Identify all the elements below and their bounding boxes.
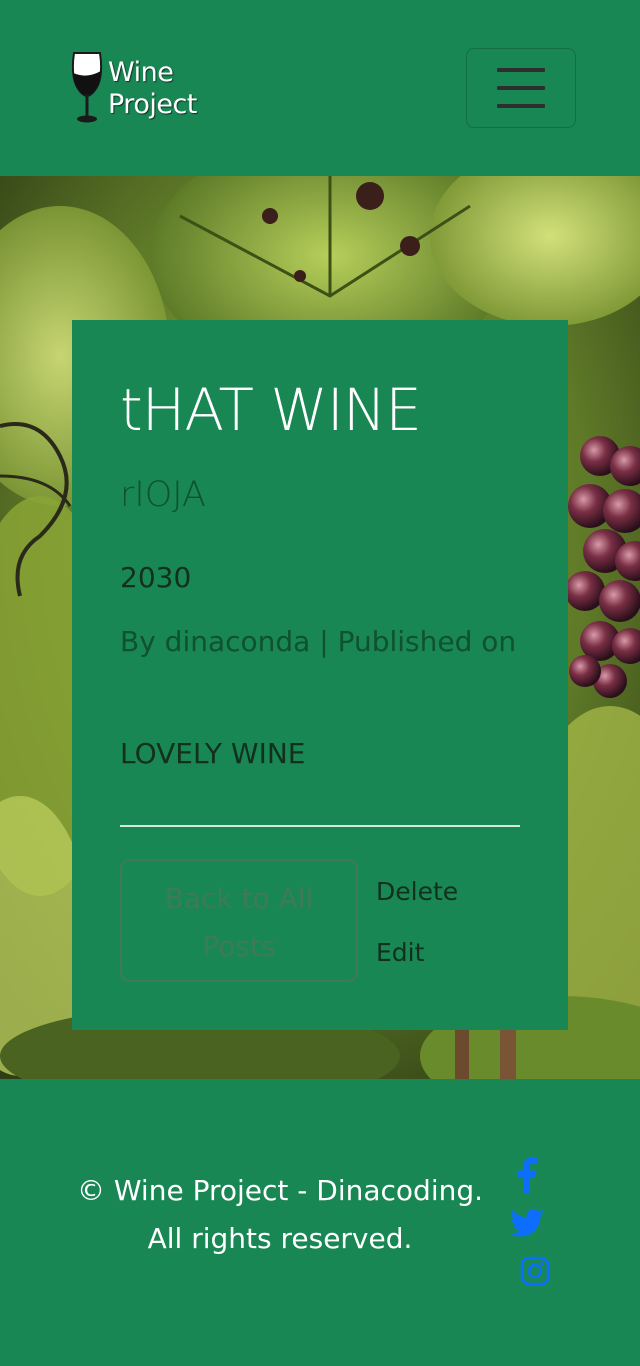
site-logo[interactable]: Wine Project <box>70 48 210 130</box>
divider <box>120 825 520 827</box>
post-title: tHAT WINE <box>120 376 422 444</box>
post-region: rIOJA <box>120 475 206 515</box>
twitter-link[interactable] <box>507 1203 547 1243</box>
menu-toggle-button[interactable] <box>466 48 576 128</box>
hamburger-icon-bar <box>497 104 545 108</box>
instagram-link[interactable] <box>515 1251 555 1291</box>
post-year: 2030 <box>120 561 192 594</box>
logo-text: Wine Project <box>108 57 197 121</box>
wine-glass-icon <box>71 52 103 123</box>
hamburger-icon-bar <box>497 86 545 90</box>
post-card: tHAT WINE rIOJA 2030 By dinaconda | Publ… <box>72 320 568 1030</box>
twitter-icon <box>510 1208 544 1237</box>
delete-post-link[interactable]: Delete <box>376 874 458 910</box>
post-body: LOVELY WINE <box>120 737 306 770</box>
facebook-link[interactable] <box>507 1155 547 1195</box>
edit-post-link[interactable]: Edit <box>376 935 424 971</box>
back-to-all-posts-button[interactable]: Back to All Posts <box>120 859 358 982</box>
facebook-icon <box>517 1157 537 1193</box>
site-footer: © Wine Project - Dinacoding. All rights … <box>0 1079 640 1366</box>
hamburger-icon <box>497 68 545 72</box>
post-author-meta: By dinaconda | Published on <box>120 625 517 658</box>
instagram-icon <box>520 1256 550 1286</box>
site-header: Wine Project <box>0 0 640 176</box>
logo-line-1: Wine <box>108 57 174 88</box>
copyright-text: © Wine Project - Dinacoding. All rights … <box>76 1174 484 1255</box>
logo-line-2: Project <box>108 89 197 120</box>
